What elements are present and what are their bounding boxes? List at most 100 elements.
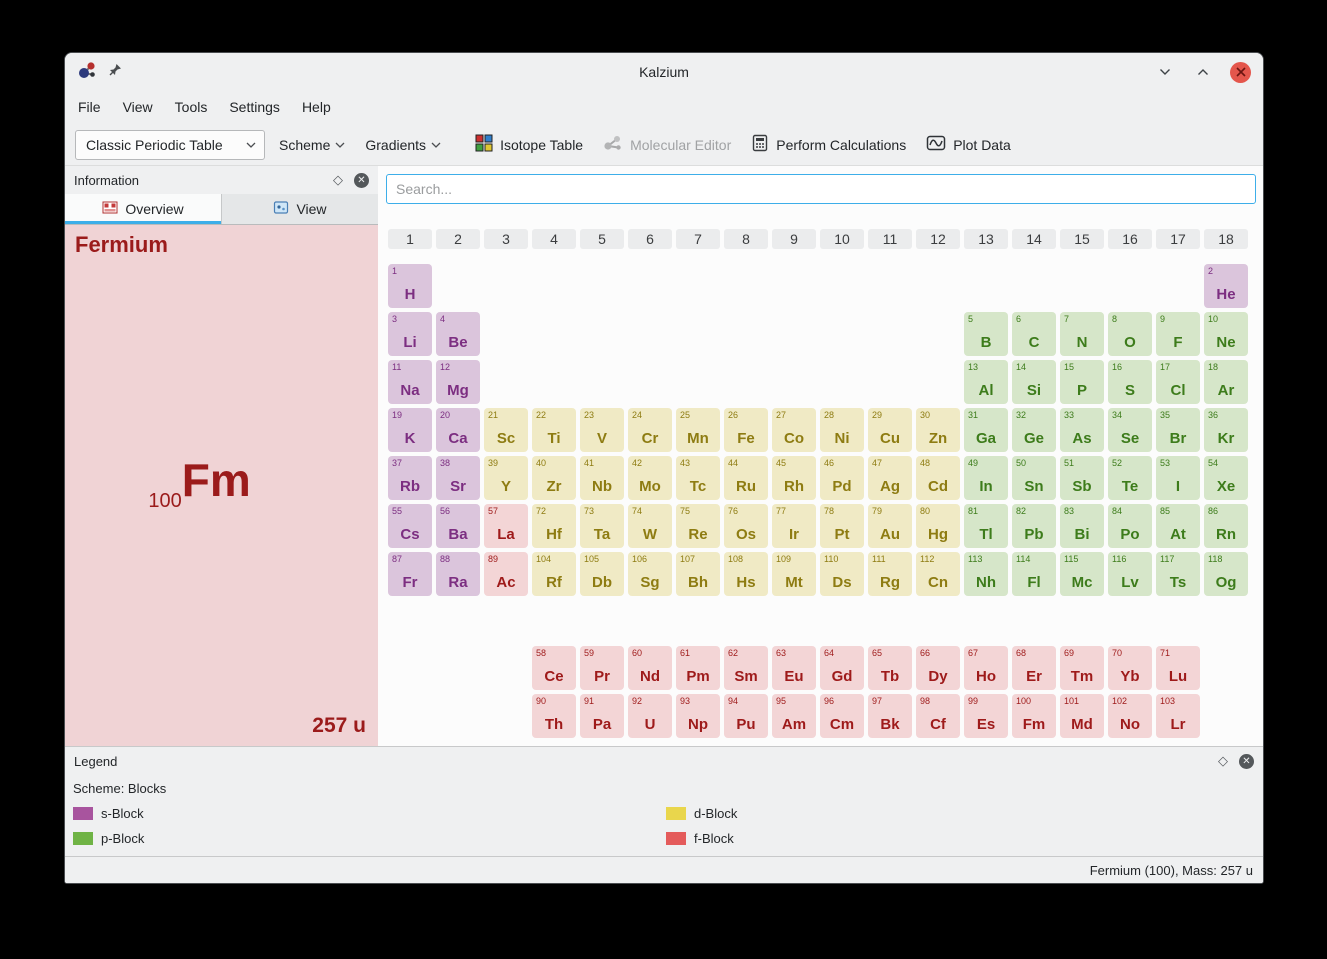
element-Au[interactable]: 79Au bbox=[868, 504, 912, 548]
element-Li[interactable]: 3Li bbox=[388, 312, 432, 356]
element-Cn[interactable]: 112Cn bbox=[916, 552, 960, 596]
element-Pb[interactable]: 82Pb bbox=[1012, 504, 1056, 548]
element-Ba[interactable]: 56Ba bbox=[436, 504, 480, 548]
element-Co[interactable]: 27Co bbox=[772, 408, 816, 452]
element-Nb[interactable]: 41Nb bbox=[580, 456, 624, 500]
element-Ag[interactable]: 47Ag bbox=[868, 456, 912, 500]
element-Dy[interactable]: 66Dy bbox=[916, 646, 960, 690]
menu-item-settings[interactable]: Settings bbox=[218, 91, 291, 124]
legend-close-icon[interactable]: ✕ bbox=[1239, 754, 1254, 769]
element-Cu[interactable]: 29Cu bbox=[868, 408, 912, 452]
element-Hf[interactable]: 72Hf bbox=[532, 504, 576, 548]
element-Rf[interactable]: 104Rf bbox=[532, 552, 576, 596]
element-Y[interactable]: 39Y bbox=[484, 456, 528, 500]
element-Tl[interactable]: 81Tl bbox=[964, 504, 1008, 548]
element-H[interactable]: 1H bbox=[388, 264, 432, 308]
element-Si[interactable]: 14Si bbox=[1012, 360, 1056, 404]
close-button[interactable] bbox=[1230, 62, 1251, 83]
element-Bk[interactable]: 97Bk bbox=[868, 694, 912, 738]
element-Cl[interactable]: 17Cl bbox=[1156, 360, 1200, 404]
element-Te[interactable]: 52Te bbox=[1108, 456, 1152, 500]
element-Pr[interactable]: 59Pr bbox=[580, 646, 624, 690]
element-C[interactable]: 6C bbox=[1012, 312, 1056, 356]
element-Ra[interactable]: 88Ra bbox=[436, 552, 480, 596]
element-Ni[interactable]: 28Ni bbox=[820, 408, 864, 452]
element-Sc[interactable]: 21Sc bbox=[484, 408, 528, 452]
element-As[interactable]: 33As bbox=[1060, 408, 1104, 452]
element-Br[interactable]: 35Br bbox=[1156, 408, 1200, 452]
plot-data-button[interactable]: Plot Data bbox=[926, 134, 1011, 155]
element-Pu[interactable]: 94Pu bbox=[724, 694, 768, 738]
element-Hs[interactable]: 108Hs bbox=[724, 552, 768, 596]
element-Mt[interactable]: 109Mt bbox=[772, 552, 816, 596]
element-Db[interactable]: 105Db bbox=[580, 552, 624, 596]
element-Sm[interactable]: 62Sm bbox=[724, 646, 768, 690]
element-He[interactable]: 2He bbox=[1204, 264, 1248, 308]
element-N[interactable]: 7N bbox=[1060, 312, 1104, 356]
element-Bi[interactable]: 83Bi bbox=[1060, 504, 1104, 548]
element-Sr[interactable]: 38Sr bbox=[436, 456, 480, 500]
isotope-table-button[interactable]: Isotope Table bbox=[475, 134, 583, 155]
element-Am[interactable]: 95Am bbox=[772, 694, 816, 738]
element-Nh[interactable]: 113Nh bbox=[964, 552, 1008, 596]
element-Ce[interactable]: 58Ce bbox=[532, 646, 576, 690]
element-Cd[interactable]: 48Cd bbox=[916, 456, 960, 500]
maximize-button[interactable] bbox=[1192, 61, 1214, 83]
element-Pd[interactable]: 46Pd bbox=[820, 456, 864, 500]
element-Nd[interactable]: 60Nd bbox=[628, 646, 672, 690]
element-Tb[interactable]: 65Tb bbox=[868, 646, 912, 690]
element-Bh[interactable]: 107Bh bbox=[676, 552, 720, 596]
element-Ds[interactable]: 110Ds bbox=[820, 552, 864, 596]
element-Cm[interactable]: 96Cm bbox=[820, 694, 864, 738]
element-Pt[interactable]: 78Pt bbox=[820, 504, 864, 548]
menu-item-help[interactable]: Help bbox=[291, 91, 342, 124]
menu-item-tools[interactable]: Tools bbox=[164, 91, 219, 124]
element-La[interactable]: 57La bbox=[484, 504, 528, 548]
element-Rh[interactable]: 45Rh bbox=[772, 456, 816, 500]
element-Re[interactable]: 75Re bbox=[676, 504, 720, 548]
element-Ca[interactable]: 20Ca bbox=[436, 408, 480, 452]
scheme-button[interactable]: Scheme bbox=[279, 137, 345, 153]
element-Np[interactable]: 93Np bbox=[676, 694, 720, 738]
element-Se[interactable]: 34Se bbox=[1108, 408, 1152, 452]
element-Na[interactable]: 11Na bbox=[388, 360, 432, 404]
minimize-button[interactable] bbox=[1154, 61, 1176, 83]
element-Mn[interactable]: 25Mn bbox=[676, 408, 720, 452]
element-Fl[interactable]: 114Fl bbox=[1012, 552, 1056, 596]
element-Sn[interactable]: 50Sn bbox=[1012, 456, 1056, 500]
element-V[interactable]: 23V bbox=[580, 408, 624, 452]
element-Lr[interactable]: 103Lr bbox=[1156, 694, 1200, 738]
element-Md[interactable]: 101Md bbox=[1060, 694, 1104, 738]
element-Ar[interactable]: 18Ar bbox=[1204, 360, 1248, 404]
element-Og[interactable]: 118Og bbox=[1204, 552, 1248, 596]
element-Ho[interactable]: 67Ho bbox=[964, 646, 1008, 690]
element-Ts[interactable]: 117Ts bbox=[1156, 552, 1200, 596]
element-Cf[interactable]: 98Cf bbox=[916, 694, 960, 738]
element-Mc[interactable]: 115Mc bbox=[1060, 552, 1104, 596]
element-F[interactable]: 9F bbox=[1156, 312, 1200, 356]
element-Kr[interactable]: 36Kr bbox=[1204, 408, 1248, 452]
gradients-button[interactable]: Gradients bbox=[365, 137, 441, 153]
element-Eu[interactable]: 63Eu bbox=[772, 646, 816, 690]
perform-calculations-button[interactable]: Perform Calculations bbox=[751, 134, 906, 155]
element-Ru[interactable]: 44Ru bbox=[724, 456, 768, 500]
search-input[interactable] bbox=[386, 174, 1256, 204]
element-Ti[interactable]: 22Ti bbox=[532, 408, 576, 452]
element-I[interactable]: 53I bbox=[1156, 456, 1200, 500]
element-Yb[interactable]: 70Yb bbox=[1108, 646, 1152, 690]
element-Gd[interactable]: 64Gd bbox=[820, 646, 864, 690]
element-Al[interactable]: 13Al bbox=[964, 360, 1008, 404]
menu-item-file[interactable]: File bbox=[67, 91, 112, 124]
close-panel-icon[interactable]: ✕ bbox=[354, 173, 369, 188]
element-Tm[interactable]: 69Tm bbox=[1060, 646, 1104, 690]
element-Fe[interactable]: 26Fe bbox=[724, 408, 768, 452]
element-Fr[interactable]: 87Fr bbox=[388, 552, 432, 596]
element-Cr[interactable]: 24Cr bbox=[628, 408, 672, 452]
element-Es[interactable]: 99Es bbox=[964, 694, 1008, 738]
element-Cs[interactable]: 55Cs bbox=[388, 504, 432, 548]
tab-view[interactable]: View bbox=[222, 194, 378, 224]
element-Zr[interactable]: 40Zr bbox=[532, 456, 576, 500]
element-Xe[interactable]: 54Xe bbox=[1204, 456, 1248, 500]
element-Rg[interactable]: 111Rg bbox=[868, 552, 912, 596]
table-type-select[interactable]: Classic Periodic Table bbox=[75, 130, 265, 160]
